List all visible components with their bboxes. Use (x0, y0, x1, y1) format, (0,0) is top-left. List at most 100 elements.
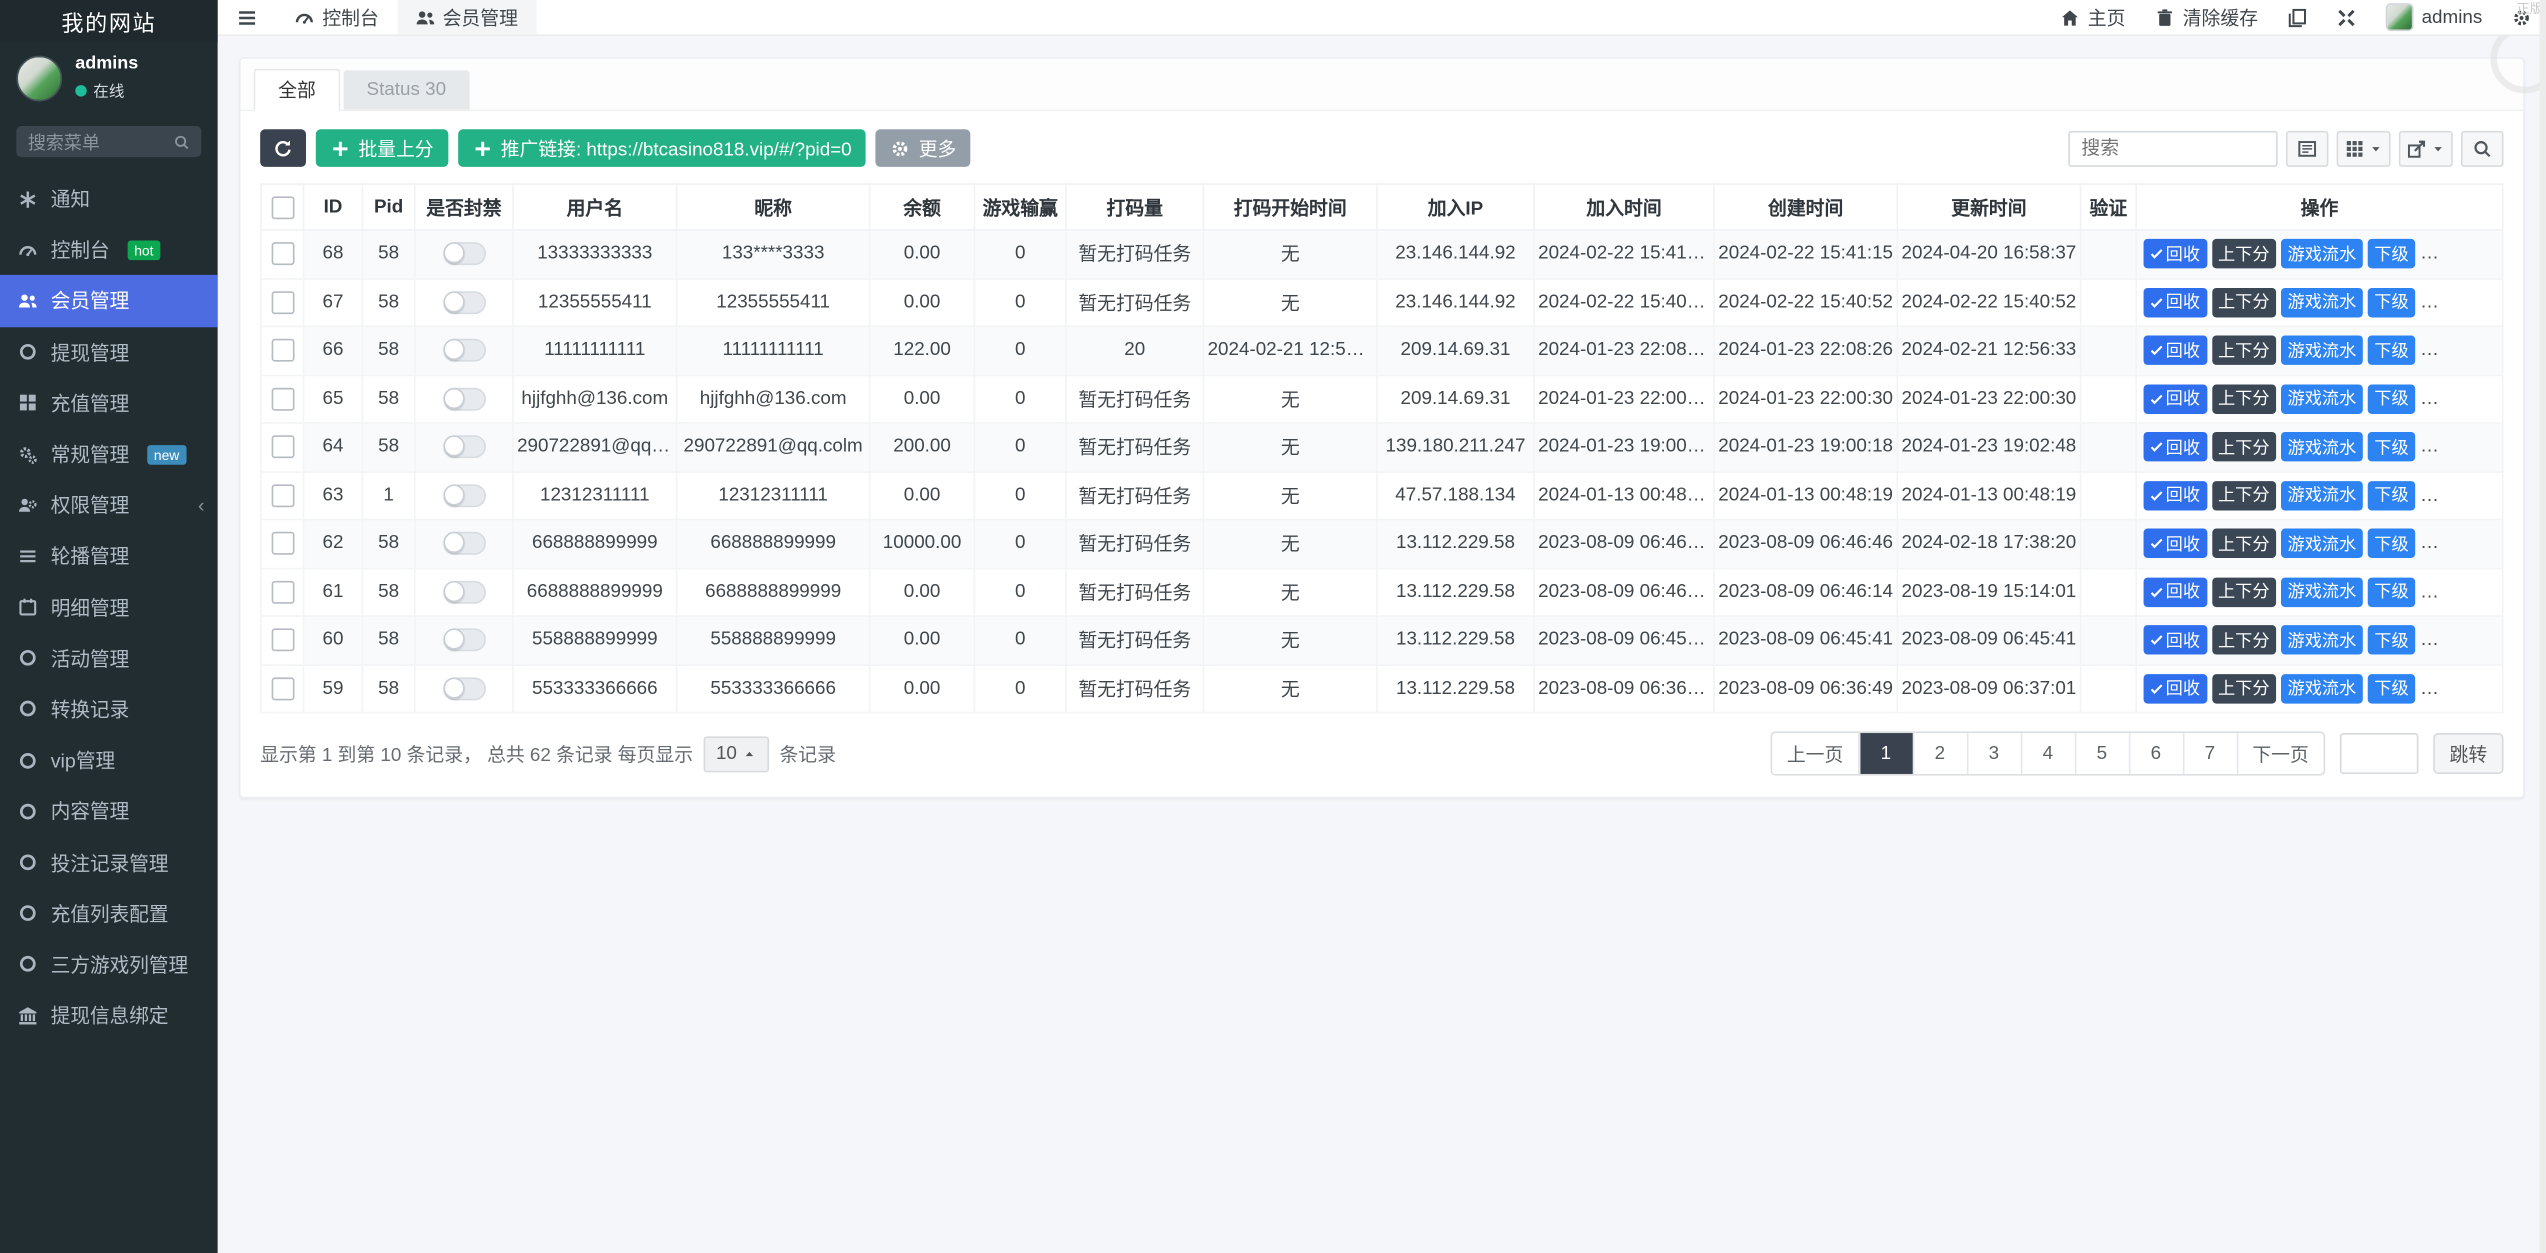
ban-toggle[interactable] (443, 243, 486, 266)
game-flow-button[interactable]: 游戏流水 (2281, 529, 2363, 558)
ban-toggle[interactable] (443, 291, 486, 314)
sidebar-item[interactable]: 三方游戏列管理 (0, 939, 218, 990)
page-button[interactable]: 2 (1912, 733, 1966, 774)
fullscreen-button[interactable] (2322, 0, 2371, 34)
recycle-button[interactable]: 回收 (2143, 674, 2207, 703)
sidebar-item[interactable]: 控制台hot (0, 224, 218, 275)
updown-button[interactable]: 上下分 (2211, 625, 2276, 654)
columns-button[interactable] (2337, 130, 2391, 166)
recycle-button[interactable]: 回收 (2143, 432, 2207, 461)
subordinate-button[interactable]: 下级 (2368, 577, 2415, 606)
row-checkbox[interactable] (271, 677, 294, 700)
subordinate-button[interactable]: 下级 (2368, 239, 2415, 268)
ban-toggle[interactable] (443, 484, 486, 507)
game-flow-button[interactable]: 游戏流水 (2281, 625, 2363, 654)
row-checkbox[interactable] (271, 436, 294, 459)
prev-page-button[interactable]: 上一页 (1772, 733, 1858, 774)
sidebar-item[interactable]: 提现管理 (0, 327, 218, 378)
updown-button[interactable]: 上下分 (2211, 239, 2276, 268)
page-button[interactable]: 4 (2020, 733, 2074, 774)
menu-toggle-icon[interactable] (218, 0, 277, 34)
recycle-button[interactable]: 回收 (2143, 384, 2207, 413)
refresh-button[interactable] (260, 129, 306, 167)
subordinate-button[interactable]: 下级 (2368, 384, 2415, 413)
sidebar-item[interactable]: 权限管理‹ (0, 480, 218, 531)
scrollbar[interactable] (2540, 0, 2546, 1253)
tab-console[interactable]: 控制台 (277, 0, 397, 34)
game-flow-button[interactable]: 游戏流水 (2281, 481, 2363, 510)
row-checkbox[interactable] (271, 291, 294, 314)
updown-button[interactable]: 上下分 (2211, 432, 2276, 461)
user-menu[interactable]: admins (2371, 0, 2497, 34)
row-checkbox[interactable] (271, 532, 294, 555)
updown-button[interactable]: 上下分 (2211, 288, 2276, 317)
sidebar-item[interactable]: 充值管理 (0, 378, 218, 429)
ban-toggle[interactable] (443, 532, 486, 555)
game-flow-button[interactable]: 游戏流水 (2281, 674, 2363, 703)
ban-toggle[interactable] (443, 677, 486, 700)
sidebar-item[interactable]: 活动管理 (0, 633, 218, 684)
row-checkbox[interactable] (271, 580, 294, 603)
recycle-button[interactable]: 回收 (2143, 288, 2207, 317)
ban-toggle[interactable] (443, 387, 486, 410)
sidebar-item[interactable]: 充值列表配置 (0, 888, 218, 939)
updown-button[interactable]: 上下分 (2211, 481, 2276, 510)
sidebar-item[interactable]: 轮播管理 (0, 531, 218, 582)
search-input[interactable] (2068, 130, 2277, 166)
sidebar-item[interactable]: 内容管理 (0, 786, 218, 837)
ban-toggle[interactable] (443, 629, 486, 652)
sidebar-item[interactable]: vip管理 (0, 735, 218, 786)
updown-button[interactable]: 上下分 (2211, 577, 2276, 606)
game-flow-button[interactable]: 游戏流水 (2281, 432, 2363, 461)
copy-page-button[interactable] (2273, 0, 2322, 34)
select-all-checkbox[interactable] (271, 196, 294, 219)
search-icon[interactable] (173, 133, 189, 149)
clear-cache-link[interactable]: 清除缓存 (2140, 0, 2273, 34)
more-button[interactable]: 更多 (876, 129, 971, 167)
batch-add-score-button[interactable]: 批量上分 (316, 129, 449, 167)
recycle-button[interactable]: 回收 (2143, 577, 2207, 606)
row-checkbox[interactable] (271, 339, 294, 362)
filter-tab-status30[interactable]: Status 30 (344, 70, 469, 109)
sidebar-item[interactable]: 通知 (0, 173, 218, 224)
subordinate-button[interactable]: 下级 (2368, 625, 2415, 654)
game-flow-button[interactable]: 游戏流水 (2281, 384, 2363, 413)
updown-button[interactable]: 上下分 (2211, 336, 2276, 365)
sidebar-search-input[interactable]: 搜索菜单 (16, 126, 201, 157)
recycle-button[interactable]: 回收 (2143, 336, 2207, 365)
recycle-button[interactable]: 回收 (2143, 625, 2207, 654)
ban-toggle[interactable] (443, 339, 486, 362)
page-button[interactable]: 3 (1966, 733, 2020, 774)
page-button[interactable]: 1 (1858, 733, 1912, 774)
page-button[interactable]: 6 (2128, 733, 2182, 774)
page-button[interactable]: 7 (2182, 733, 2236, 774)
game-flow-button[interactable]: 游戏流水 (2281, 577, 2363, 606)
sidebar-item[interactable]: 会员管理 (0, 276, 218, 327)
ban-toggle[interactable] (443, 436, 486, 459)
updown-button[interactable]: 上下分 (2211, 529, 2276, 558)
recycle-button[interactable]: 回收 (2143, 239, 2207, 268)
jump-button[interactable]: 跳转 (2433, 733, 2503, 774)
subordinate-button[interactable]: 下级 (2368, 481, 2415, 510)
updown-button[interactable]: 上下分 (2211, 384, 2276, 413)
row-checkbox[interactable] (271, 629, 294, 652)
detail-view-button[interactable] (2286, 130, 2329, 166)
recycle-button[interactable]: 回收 (2143, 529, 2207, 558)
ban-toggle[interactable] (443, 580, 486, 603)
home-link[interactable]: 主页 (2045, 0, 2140, 34)
row-checkbox[interactable] (271, 243, 294, 266)
subordinate-button[interactable]: 下级 (2368, 432, 2415, 461)
sidebar-item[interactable]: 投注记录管理 (0, 837, 218, 888)
subordinate-button[interactable]: 下级 (2368, 674, 2415, 703)
table-search-button[interactable] (2461, 130, 2504, 166)
export-button[interactable] (2399, 130, 2453, 166)
sidebar-item[interactable]: 明细管理 (0, 582, 218, 633)
subordinate-button[interactable]: 下级 (2368, 336, 2415, 365)
page-size-select[interactable]: 10 (703, 736, 770, 772)
subordinate-button[interactable]: 下级 (2368, 288, 2415, 317)
row-checkbox[interactable] (271, 484, 294, 507)
updown-button[interactable]: 上下分 (2211, 674, 2276, 703)
subordinate-button[interactable]: 下级 (2368, 529, 2415, 558)
sidebar-item[interactable]: 常规管理new (0, 429, 218, 480)
sidebar-item[interactable]: 转换记录 (0, 684, 218, 735)
